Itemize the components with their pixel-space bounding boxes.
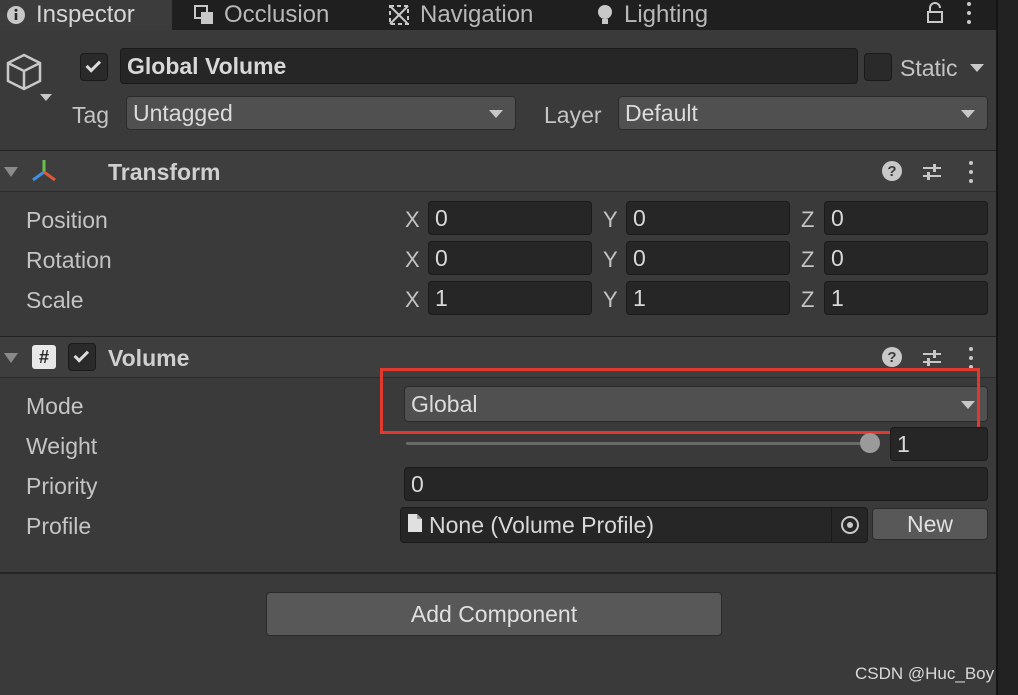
position-y-field[interactable]: 0 [626,201,790,235]
profile-label: Profile [26,513,92,539]
chevron-down-icon [961,110,975,118]
occlusion-icon [194,5,214,25]
field-value: 0 [411,470,424,497]
component-menu-icon[interactable] [968,347,974,369]
add-component-button[interactable]: Add Component [266,592,722,636]
tab-navigation[interactable]: Navigation [388,0,533,30]
help-icon[interactable]: ? [882,161,902,181]
axis-z-label[interactable]: Z [801,207,814,233]
layer-dropdown[interactable]: Default [618,96,988,130]
field-value: 0 [831,244,844,271]
position-z-field[interactable]: 0 [824,201,988,235]
field-value: 0 [633,204,646,231]
scale-label: Scale [26,287,84,313]
static-label[interactable]: Static [900,55,958,82]
axis-x-label[interactable]: X [405,247,420,273]
tab-inspector[interactable]: Inspector [0,0,172,30]
axis-z-label[interactable]: Z [801,287,814,313]
mode-label: Mode [26,393,84,419]
scrollbar[interactable] [996,0,1018,695]
highlight-box [380,368,980,434]
tab-label: Navigation [420,1,534,28]
scale-x-field[interactable]: 1 [428,281,592,315]
tag-value: Untagged [133,99,233,126]
axis-y-label[interactable]: Y [603,287,618,313]
component-menu-icon[interactable] [968,161,974,183]
transform-icon [30,158,58,189]
transform-header[interactable]: Transform ? [0,150,996,192]
layer-value: Default [625,99,698,126]
tab-label: Occlusion [224,1,330,28]
help-icon[interactable]: ? [882,347,902,367]
tab-lighting[interactable]: Lighting [596,0,708,30]
position-label: Position [26,207,108,233]
gameobject-name: Global Volume [127,52,287,79]
profile-value: None (Volume Profile) [429,511,654,538]
gameobject-name-field[interactable]: Global Volume [120,48,858,84]
tab-menu-icon[interactable] [966,2,972,24]
script-icon: # [32,345,56,369]
volume-enabled-checkbox[interactable] [68,343,96,371]
weight-slider-thumb[interactable] [860,433,880,453]
layer-label: Layer [544,102,602,128]
axis-x-label[interactable]: X [405,207,420,233]
axis-y-label[interactable]: Y [603,247,618,273]
lock-icon[interactable] [926,2,944,29]
axis-z-label[interactable]: Z [801,247,814,273]
tab-occlusion[interactable]: Occlusion [194,0,329,30]
tag-dropdown[interactable]: Untagged [126,96,516,130]
axis-x-label[interactable]: X [405,287,420,313]
tab-label: Inspector [36,1,135,28]
add-component-label: Add Component [410,600,578,627]
position-x-field[interactable]: 0 [428,201,592,235]
transform-title: Transform [108,159,221,185]
priority-label: Priority [26,473,98,499]
weight-field[interactable]: 1 [890,427,988,461]
foldout-arrow-icon[interactable] [4,167,18,177]
rotation-y-field[interactable]: 0 [626,241,790,275]
watermark-text: CSDN @Huc_Boy [855,664,995,683]
gameobject-active-checkbox[interactable] [80,53,108,81]
lightbulb-icon [596,4,614,26]
scale-z-field[interactable]: 1 [824,281,988,315]
info-icon [6,5,26,25]
static-checkbox[interactable] [864,53,892,81]
field-value: 0 [435,244,448,271]
file-icon [407,512,423,539]
volume-title: Volume [108,345,190,371]
editor-tab-bar: Inspector Occlusion Navigation Lighting [0,0,1018,30]
new-profile-button[interactable]: New [872,508,988,540]
profile-object-field[interactable]: None (Volume Profile) [400,507,868,543]
chevron-down-icon [489,110,503,118]
field-value: 1 [831,284,844,311]
rotation-x-field[interactable]: 0 [428,241,592,275]
scale-y-field[interactable]: 1 [626,281,790,315]
priority-field[interactable]: 0 [404,467,988,501]
field-value: 1 [633,284,646,311]
new-button-label: New [906,510,953,537]
static-dropdown-caret-icon[interactable] [970,64,984,72]
foldout-arrow-icon[interactable] [4,353,18,363]
field-value: 1 [435,284,448,311]
tab-label: Lighting [624,1,709,28]
icon-picker-caret-icon[interactable] [40,94,52,101]
rotation-z-field[interactable]: 0 [824,241,988,275]
axis-y-label[interactable]: Y [603,207,618,233]
field-value: 0 [435,204,448,231]
tag-label: Tag [72,102,110,128]
field-value: 0 [633,244,646,271]
presets-icon[interactable] [920,160,944,189]
navigation-icon [388,4,410,26]
divider [0,572,996,574]
weight-label: Weight [26,433,98,459]
rotation-label: Rotation [26,247,112,273]
weight-slider[interactable] [406,442,876,445]
gameobject-cube-icon[interactable] [4,52,44,97]
field-value: 0 [831,204,844,231]
field-value: 1 [897,430,910,457]
object-picker-icon[interactable] [831,508,867,542]
